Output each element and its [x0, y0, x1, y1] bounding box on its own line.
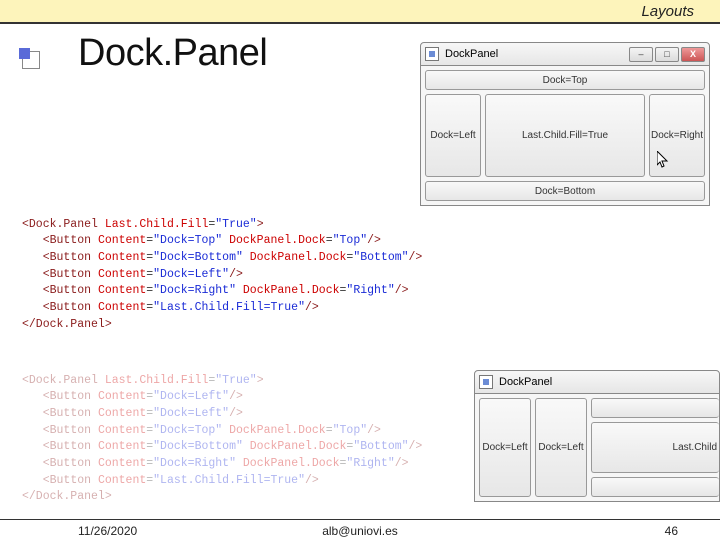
section-label: Layouts: [641, 3, 694, 20]
pane-dock-bottom[interactable]: [591, 477, 719, 497]
pane-dock-left[interactable]: Dock=Left: [425, 94, 481, 177]
close-button[interactable]: X: [681, 47, 705, 62]
page-title: Dock.Panel: [78, 32, 267, 75]
footer-divider: [0, 519, 720, 521]
title-bullet: [22, 51, 40, 69]
minimize-button[interactable]: –: [629, 47, 653, 62]
pane-dock-center[interactable]: Last.Child: [591, 422, 719, 473]
window-controls: – □ X: [629, 47, 705, 62]
code-block-1: <Dock.Panel Last.Child.Fill="True"> <But…: [22, 200, 582, 333]
code-block-2: <Dock.Panel Last.Child.Fill="True"> <But…: [22, 356, 492, 506]
maximize-button[interactable]: □: [655, 47, 679, 62]
window-title: DockPanel: [499, 376, 552, 388]
app-icon: [425, 47, 439, 61]
footer-date: 11/26/2020: [78, 524, 137, 538]
header-band: Layouts: [0, 0, 720, 24]
app-icon: [479, 375, 493, 389]
window-titlebar: DockPanel: [474, 370, 720, 394]
dockpanel-example-window-1: DockPanel – □ X Dock=Top Dock=Bottom Doc…: [420, 42, 710, 206]
pane-dock-top[interactable]: Dock=Top: [425, 70, 705, 90]
bullet-square-icon: [19, 48, 30, 59]
dockpanel-example-window-2: DockPanel Dock=Left Dock=Left Last.Child: [474, 370, 720, 502]
footer-email: alb@uniovi.es: [322, 524, 398, 538]
window-titlebar: DockPanel – □ X: [420, 42, 710, 66]
pane-dock-left-1[interactable]: Dock=Left: [479, 398, 531, 497]
cursor-icon: [657, 151, 669, 169]
pane-dock-center[interactable]: Last.Child.Fill=True: [485, 94, 645, 177]
pane-dock-top[interactable]: [591, 398, 719, 418]
pane-dock-left-2[interactable]: Dock=Left: [535, 398, 587, 497]
window-title: DockPanel: [445, 48, 498, 60]
window-client-area: Dock=Top Dock=Bottom Dock=Left Dock=Righ…: [420, 66, 710, 206]
page-number: 46: [665, 524, 700, 538]
window-client-area: Dock=Left Dock=Left Last.Child: [474, 394, 720, 502]
footer: 11/26/2020 alb@uniovi.es 46: [0, 524, 720, 538]
pane-dock-bottom[interactable]: Dock=Bottom: [425, 181, 705, 201]
